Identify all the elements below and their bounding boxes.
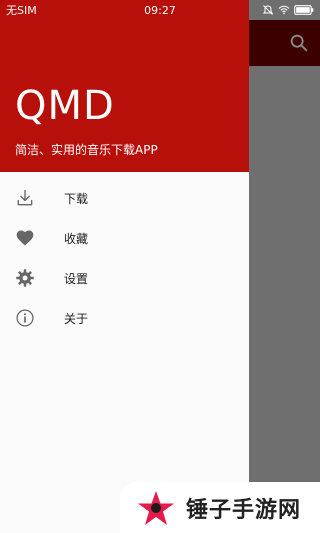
heart-icon (14, 227, 36, 249)
watermark-logo-icon (138, 490, 174, 525)
app-description: 简洁、实用的音乐下载APP (15, 143, 158, 157)
gear-icon (14, 267, 36, 289)
status-time: 09:27 (144, 3, 176, 17)
drawer-item-label: 下载 (64, 191, 89, 206)
drawer-header: QMD 简洁、实用的音乐下载APP (0, 0, 249, 172)
app-screen: QMD 简洁、实用的音乐下载APP 下载 收藏 设置 关于 无SIM 09:27… (0, 0, 320, 533)
status-icons (224, 4, 314, 16)
wifi-icon (278, 5, 290, 15)
battery-icon (294, 5, 314, 15)
carrier-label: 无SIM (6, 4, 37, 17)
watermark-text: 锤子手游网 (186, 497, 302, 523)
drawer-item-label: 收藏 (64, 231, 89, 246)
drawer-item-favorites[interactable]: 收藏 (0, 218, 249, 258)
info-icon (14, 307, 36, 329)
navigation-drawer: QMD 简洁、实用的音乐下载APP 下载 收藏 设置 关于 (0, 0, 249, 533)
download-icon (14, 187, 36, 209)
drawer-item-download[interactable]: 下载 (0, 178, 249, 218)
watermark: 锤子手游网 (120, 482, 320, 533)
drawer-item-about[interactable]: 关于 (0, 298, 249, 338)
alarm-off-icon (262, 5, 274, 15)
drawer-item-settings[interactable]: 设置 (0, 258, 249, 298)
drawer-item-label: 设置 (64, 271, 89, 286)
status-bar: 无SIM 09:27 (0, 0, 320, 20)
app-name: QMD (15, 83, 115, 129)
search-icon[interactable] (288, 32, 310, 54)
drawer-menu: 下载 收藏 设置 关于 (0, 178, 249, 338)
drawer-item-label: 关于 (64, 311, 89, 326)
